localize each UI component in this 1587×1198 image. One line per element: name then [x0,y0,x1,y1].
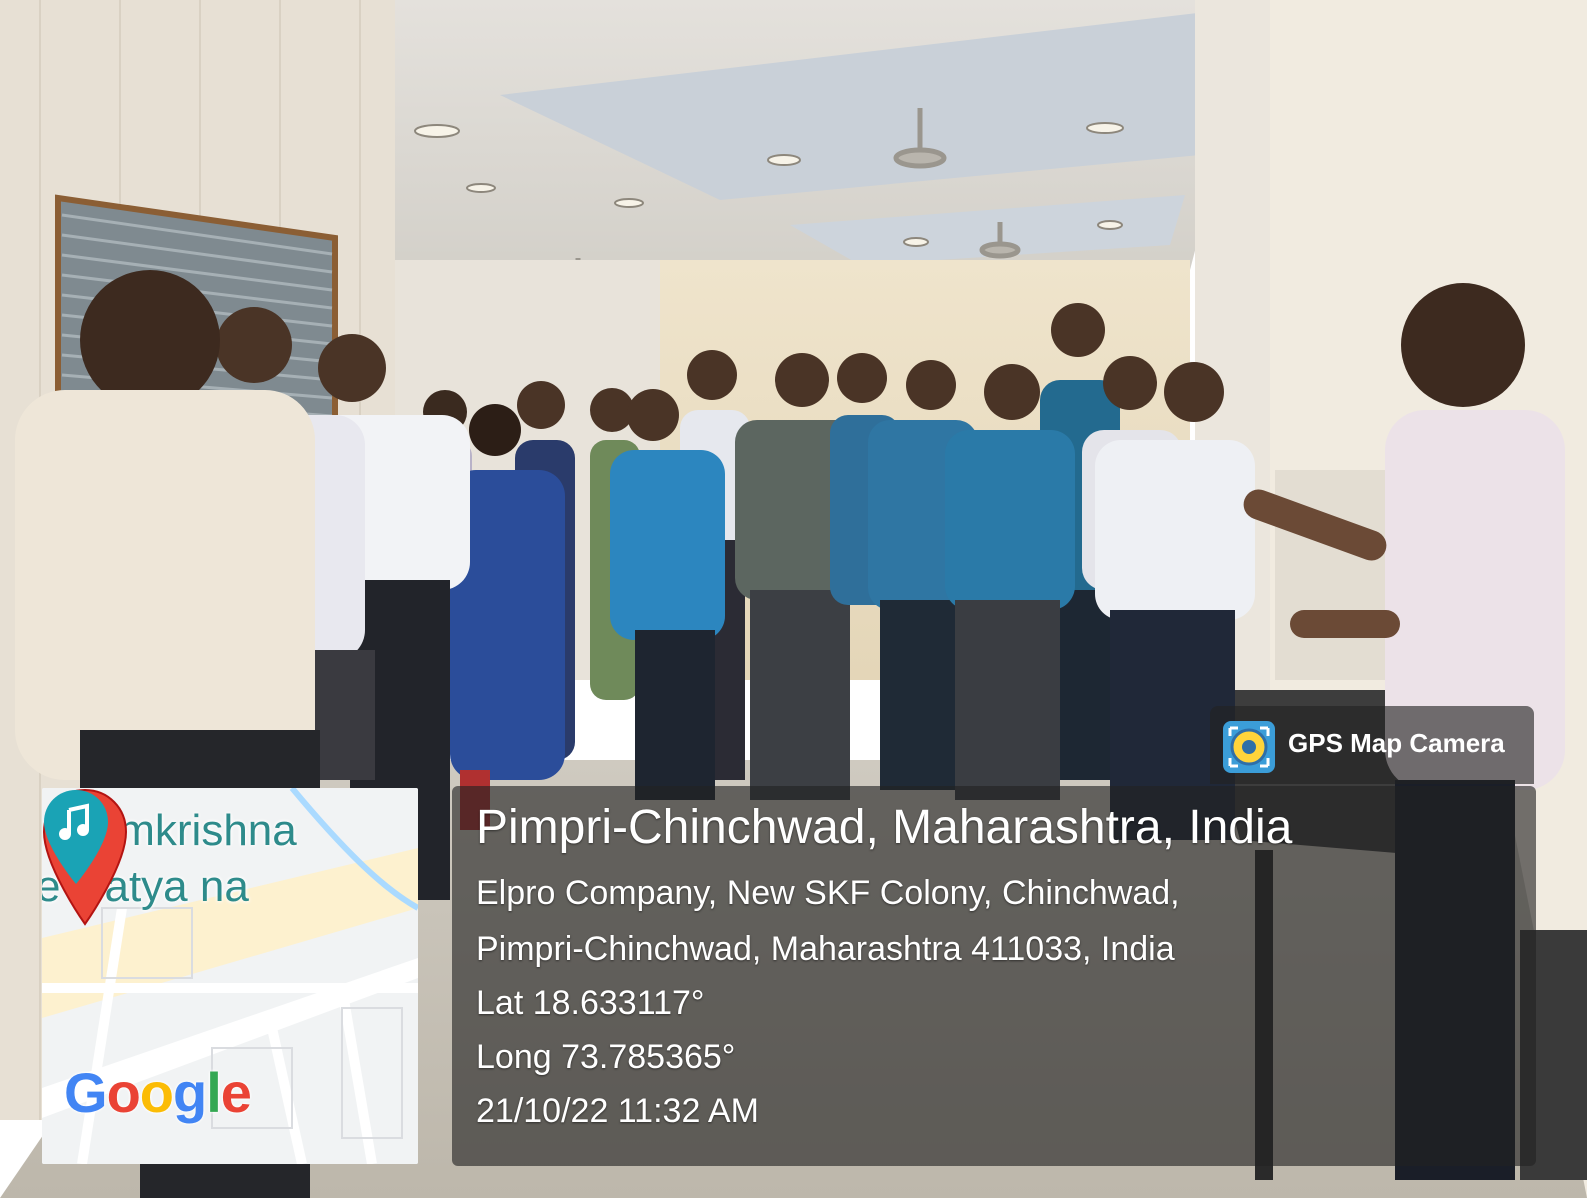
address-line-1: Elpro Company, New SKF Colony, Chinchwad… [476,874,1180,912]
address-line-2: Pimpri-Chinchwad, Maharashtra 411033, In… [476,930,1175,968]
logo-letter: o [106,1061,141,1124]
latitude: Lat 18.633117° [476,984,705,1022]
badge-label: GPS Map Camera [1288,728,1505,758]
logo-letter: l [206,1061,222,1124]
map-thumbnail: Ramkrishna e Natya na Google [42,788,418,1164]
music-venue-pin-icon [44,790,108,884]
logo-letter: e [220,1061,252,1124]
google-logo: Google [64,1060,252,1125]
gps-map-camera-badge: GPS Map Camera [1210,706,1534,784]
location-title: Pimpri-Chinchwad, Maharashtra, India [476,801,1293,854]
logo-letter: o [139,1061,174,1124]
timestamp: 21/10/22 11:32 AM [476,1092,759,1130]
gps-map-camera-app-icon [1223,721,1275,773]
logo-letter: g [173,1061,207,1124]
logo-letter: G [64,1061,108,1124]
location-info-panel: Pimpri-Chinchwad, Maharashtra, India Elp… [452,786,1536,1166]
longitude: Long 73.785365° [476,1038,736,1076]
